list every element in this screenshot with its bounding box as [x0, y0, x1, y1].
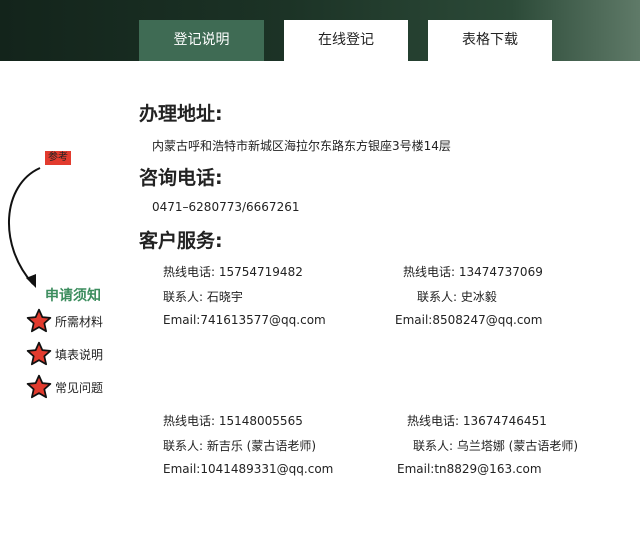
sidebar-item-form-instructions[interactable]: 填表说明: [26, 340, 103, 368]
address-heading: 办理地址:: [139, 103, 223, 125]
tab-registration-info[interactable]: 登记说明: [139, 20, 264, 61]
contact-email: Email:tn8829@163.com: [397, 462, 542, 476]
sidebar-item-label: 填表说明: [55, 347, 104, 362]
tab-form-download[interactable]: 表格下载: [428, 20, 552, 61]
sidebar-item-label: 所需材料: [55, 314, 104, 329]
sidebar-title: 申请须知: [45, 288, 101, 304]
service-heading: 客户服务:: [139, 230, 223, 252]
address-text: 内蒙古呼和浩特市新城区海拉尔东路东方银座3号楼14层: [152, 139, 451, 153]
star-icon: [26, 374, 52, 399]
contact-hotline: 热线电话: 15754719482: [163, 265, 303, 279]
contact-email: Email:741613577@qq.com: [163, 313, 326, 327]
contact-hotline: 热线电话: 13474737069: [403, 265, 543, 279]
contact-email: Email:1041489331@qq.com: [163, 462, 334, 476]
sidebar-item-faq[interactable]: 常见问题: [26, 373, 103, 401]
star-icon: [26, 308, 52, 333]
star-icon: [26, 341, 52, 366]
phone-heading: 咨询电话:: [139, 167, 223, 189]
sidebar-item-required-materials[interactable]: 所需材料: [26, 307, 103, 335]
tab-online-registration[interactable]: 在线登记: [284, 20, 408, 61]
sidebar-item-label: 常见问题: [55, 380, 104, 395]
contact-person: 联系人: 石晓宇: [163, 290, 243, 304]
contact-hotline: 热线电话: 15148005565: [163, 414, 303, 428]
contact-hotline: 热线电话: 13674746451: [407, 414, 547, 428]
contact-person: 联系人: 史冰毅: [417, 290, 497, 304]
phone-text: 0471–6280773/6667261: [152, 200, 300, 214]
contact-email: Email:8508247@qq.com: [395, 313, 543, 327]
contact-person: 联系人: 新吉乐 (蒙古语老师): [163, 439, 317, 453]
contact-person: 联系人: 乌兰塔娜 (蒙古语老师): [413, 439, 579, 453]
reference-tag: 参考: [45, 151, 71, 165]
curved-arrow-icon: [7, 167, 41, 288]
